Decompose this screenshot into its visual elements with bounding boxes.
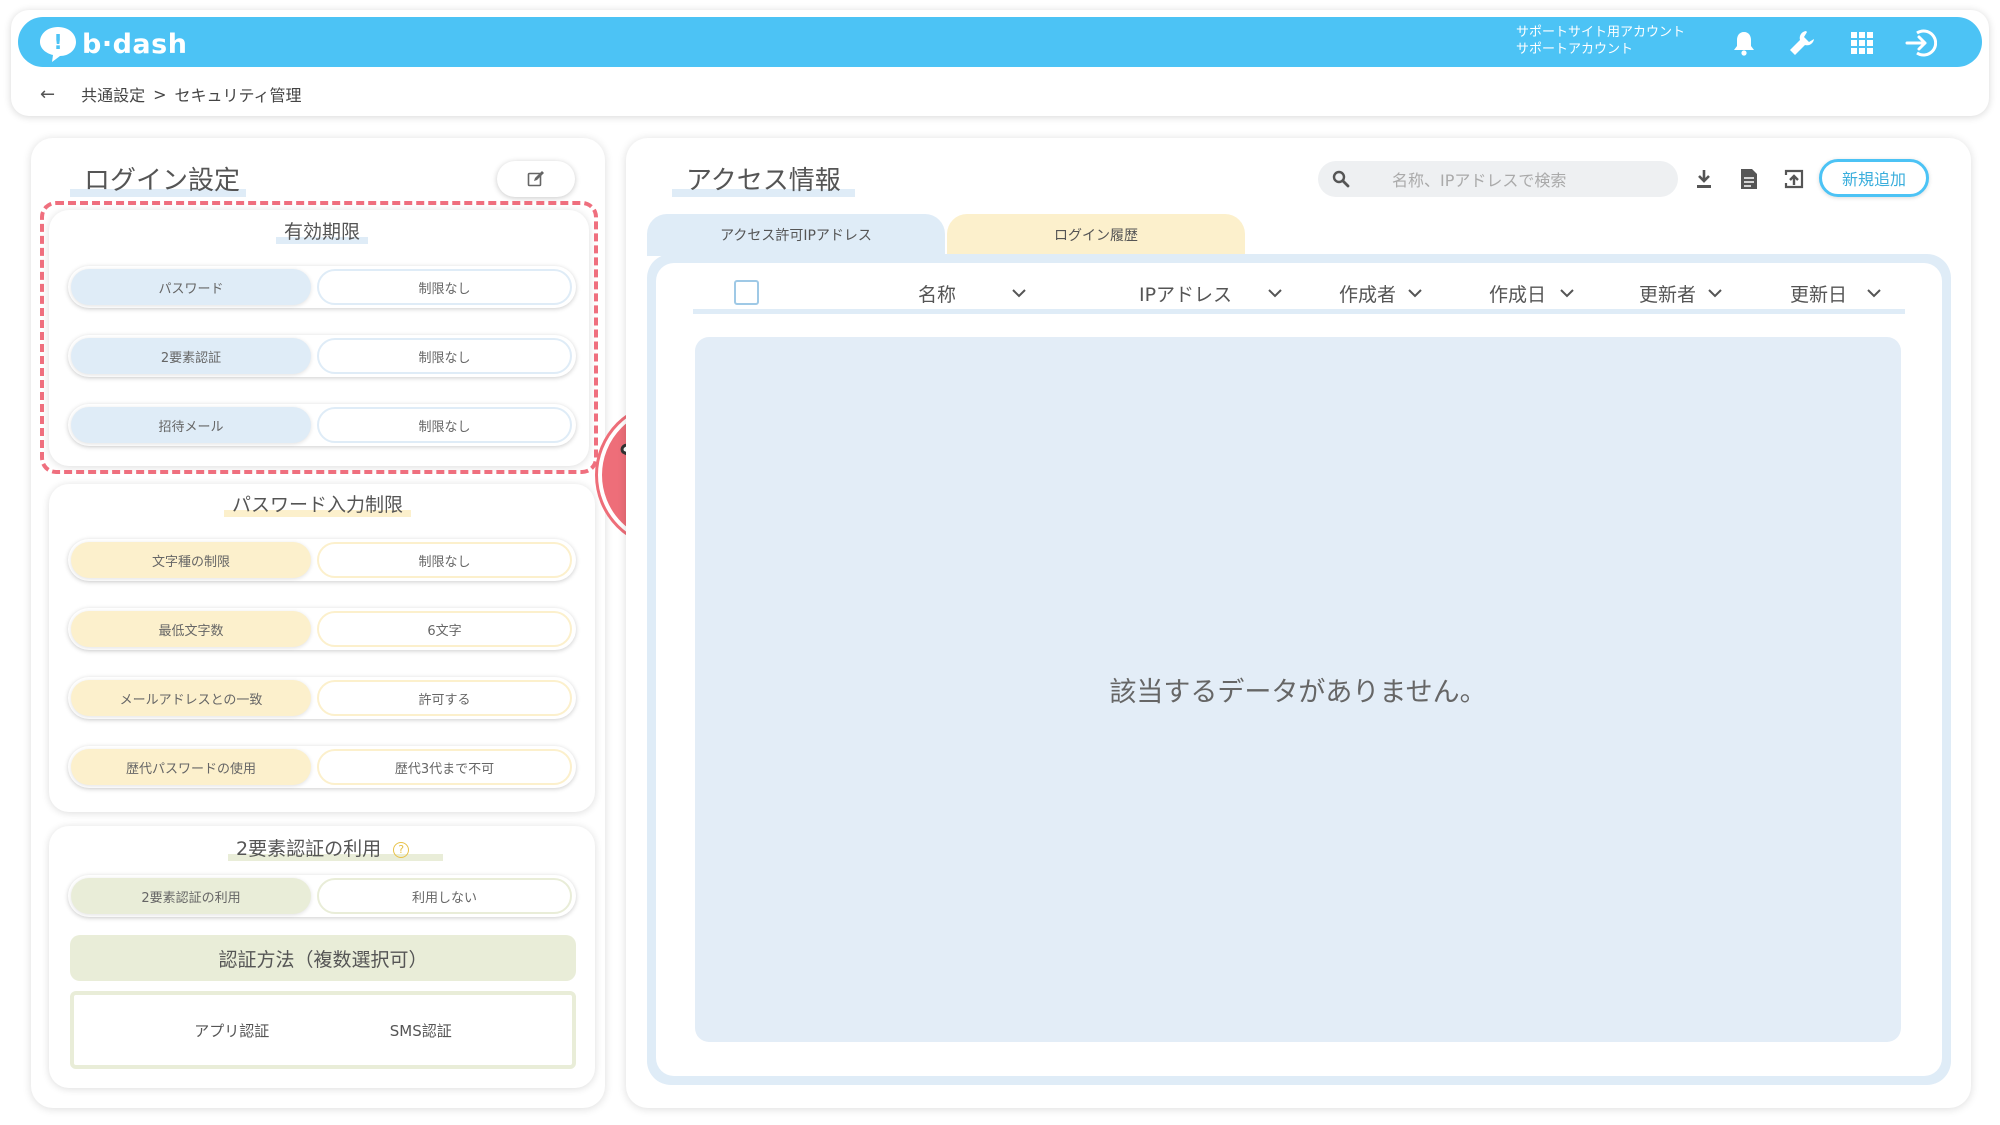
row-label: 2要素認証の利用 bbox=[71, 878, 311, 914]
table-header bbox=[693, 272, 1905, 314]
download-icon[interactable] bbox=[1689, 163, 1719, 195]
password-row-min-length: 最低文字数 6文字 bbox=[68, 608, 576, 650]
logo[interactable]: ! b·dash bbox=[38, 24, 187, 64]
svg-text:!: ! bbox=[53, 30, 62, 54]
add-new-button[interactable]: 新規追加 bbox=[1819, 159, 1929, 197]
column-header-name[interactable]: 名称 bbox=[918, 278, 1026, 308]
grid-icon[interactable] bbox=[1845, 26, 1879, 60]
header-bar bbox=[18, 17, 1982, 67]
chevron-down-icon bbox=[1012, 288, 1026, 298]
edit-button[interactable] bbox=[497, 161, 575, 197]
search-input[interactable]: 名称、IPアドレスで検索 bbox=[1318, 161, 1678, 197]
search-icon bbox=[1332, 170, 1350, 188]
breadcrumb-level1[interactable]: 共通設定 bbox=[81, 82, 145, 106]
auth-method-box: アプリ認証 SMS認証 bbox=[70, 991, 576, 1069]
column-header-creator[interactable]: 作成者 bbox=[1339, 278, 1422, 308]
tab-access-ip[interactable]: アクセス許可IPアドレス bbox=[647, 214, 945, 256]
column-header-created[interactable]: 作成日 bbox=[1489, 278, 1574, 308]
bell-icon[interactable] bbox=[1727, 26, 1761, 60]
auth-method-title: 認証方法（複数選択可） bbox=[70, 935, 576, 981]
row-label: メールアドレスとの一致 bbox=[71, 680, 311, 716]
column-header-updater[interactable]: 更新者 bbox=[1639, 278, 1722, 308]
back-arrow-icon[interactable]: ← bbox=[40, 84, 55, 105]
login-settings-title: ログイン設定 bbox=[70, 160, 247, 197]
help-icon[interactable]: ? bbox=[393, 841, 410, 858]
two-factor-title: 2要素認証の利用 ? bbox=[228, 834, 444, 861]
row-value: 利用しない bbox=[317, 878, 572, 914]
password-row-history: 歴代パスワードの使用 歴代3代まで不可 bbox=[68, 746, 576, 788]
breadcrumb: ← 共通設定 > セキュリティ管理 bbox=[40, 82, 302, 106]
account-line2: サポートアカウント bbox=[1516, 42, 1634, 57]
password-row-email-match: メールアドレスとの一致 許可する bbox=[68, 677, 576, 719]
chevron-down-icon bbox=[1708, 288, 1722, 298]
account-info[interactable]: サポートサイト用アカウント サポートアカウント bbox=[1516, 24, 1685, 58]
access-info-title: アクセス情報 bbox=[672, 160, 855, 197]
search-placeholder: 名称、IPアドレスで検索 bbox=[1392, 171, 1567, 190]
wrench-icon[interactable] bbox=[1785, 26, 1819, 60]
password-rules-title: パスワード入力制限 bbox=[224, 490, 412, 517]
logo-text: b·dash bbox=[82, 28, 188, 60]
breadcrumb-level2: セキュリティ管理 bbox=[174, 86, 302, 105]
column-header-updated[interactable]: 更新日 bbox=[1790, 278, 1881, 308]
expiry-title: 有効期限 bbox=[276, 217, 369, 244]
chevron-down-icon bbox=[1268, 288, 1282, 298]
chevron-down-icon bbox=[1867, 288, 1881, 298]
chevron-down-icon bbox=[1408, 288, 1422, 298]
row-value: 許可する bbox=[317, 680, 572, 716]
edit-icon bbox=[527, 171, 544, 187]
row-label: 文字種の制限 bbox=[71, 542, 311, 578]
row-label: 最低文字数 bbox=[71, 611, 311, 647]
row-value: 6文字 bbox=[317, 611, 572, 647]
tab-login-history[interactable]: ログイン履歴 bbox=[947, 214, 1245, 256]
upload-icon[interactable] bbox=[1779, 163, 1809, 195]
empty-state-message: 該当するデータがありません。 bbox=[695, 337, 1901, 1042]
row-label: 歴代パスワードの使用 bbox=[71, 749, 311, 785]
auth-method-app: アプリ認証 bbox=[194, 1021, 270, 1040]
breadcrumb-separator: > bbox=[153, 84, 167, 104]
row-value: 制限なし bbox=[317, 542, 572, 578]
logo-bubble-icon: ! bbox=[40, 27, 76, 62]
password-row-char-type: 文字種の制限 制限なし bbox=[68, 539, 576, 581]
column-header-ip[interactable]: IPアドレス bbox=[1139, 278, 1282, 308]
two-factor-row-usage: 2要素認証の利用 利用しない bbox=[68, 875, 576, 917]
chevron-down-icon bbox=[1560, 288, 1574, 298]
select-all-checkbox[interactable] bbox=[734, 280, 759, 305]
document-icon[interactable] bbox=[1734, 163, 1764, 195]
account-line1: サポートサイト用アカウント bbox=[1516, 25, 1686, 40]
auth-method-sms: SMS認証 bbox=[389, 1021, 452, 1040]
row-value: 歴代3代まで不可 bbox=[317, 749, 572, 785]
logout-icon[interactable] bbox=[1904, 26, 1938, 60]
